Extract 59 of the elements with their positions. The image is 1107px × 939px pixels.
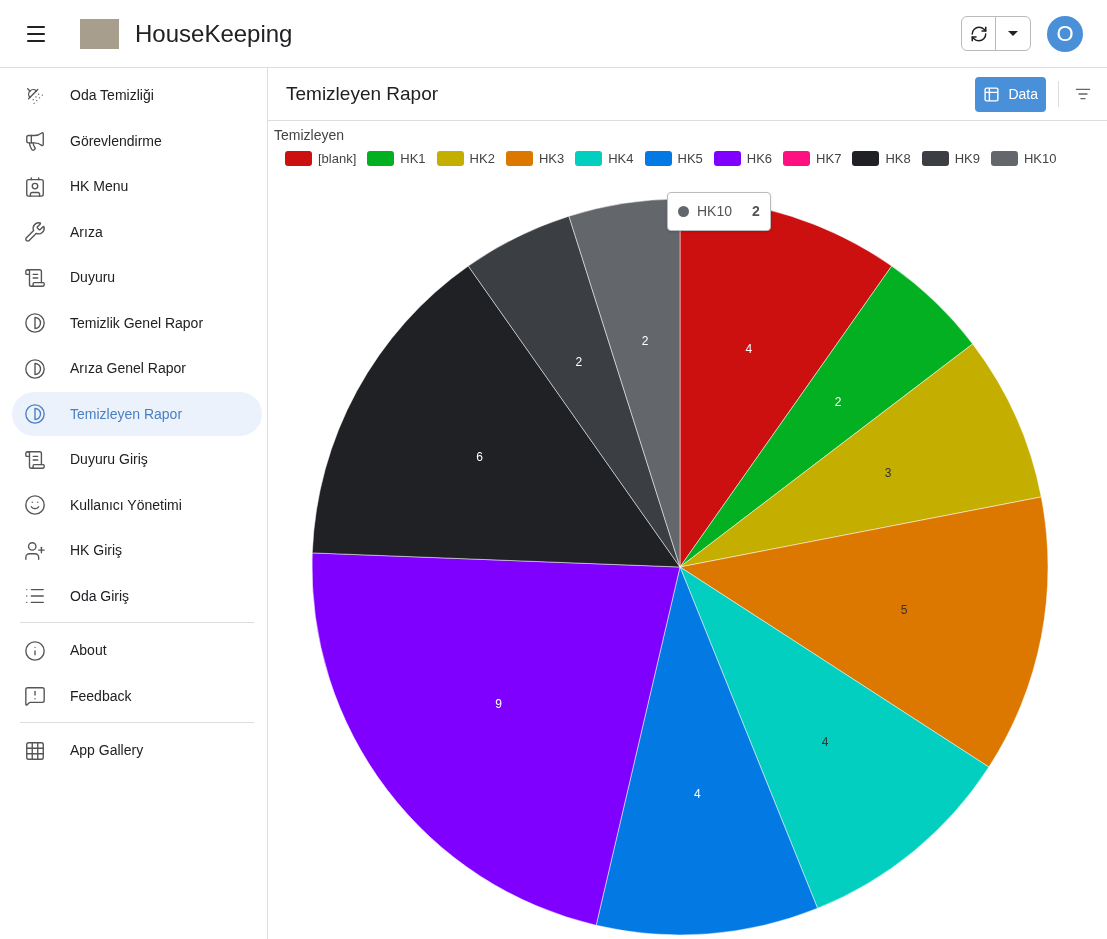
app-title: HouseKeeping bbox=[135, 18, 293, 49]
legend-item[interactable]: [blank] bbox=[285, 149, 357, 169]
info-icon bbox=[24, 639, 46, 662]
legend-item[interactable]: HK3 bbox=[505, 149, 565, 169]
slice-value-label: 2 bbox=[641, 333, 649, 348]
tooltip-value: 2 bbox=[752, 201, 760, 221]
slice-value-label: 4 bbox=[694, 786, 701, 801]
sidebar-item[interactable]: Temizleyen Rapor bbox=[12, 392, 262, 436]
half-circle-icon bbox=[24, 312, 46, 334]
megaphone-icon bbox=[24, 130, 46, 152]
legend-item[interactable]: HK1 bbox=[367, 149, 426, 169]
slice-value-label: 3 bbox=[884, 465, 892, 480]
sidebar-item[interactable]: HK Giriş bbox=[12, 528, 262, 573]
legend-item[interactable]: HK10 bbox=[991, 149, 1057, 169]
slice-value-label: 6 bbox=[476, 449, 483, 464]
sidebar-item[interactable]: Arıza Genel Rapor bbox=[12, 346, 262, 391]
sidebar-item[interactable]: Oda Giriş bbox=[12, 574, 262, 618]
refresh-icon bbox=[969, 24, 988, 43]
sidebar-item[interactable]: Kullanıcı Yönetimi bbox=[12, 483, 262, 527]
slice-value-label: 4 bbox=[821, 734, 829, 749]
sidebar-item[interactable]: Temizlik Genel Rapor bbox=[12, 301, 262, 345]
page-title: Temizleyen Rapor bbox=[286, 81, 439, 106]
user-plus-icon bbox=[24, 539, 46, 562]
sidebar-item[interactable]: App Gallery bbox=[12, 728, 254, 773]
table-icon bbox=[983, 85, 1001, 103]
sidebar-item[interactable]: Oda Temizliği bbox=[12, 73, 262, 118]
slice-value-label: 4 bbox=[745, 341, 753, 356]
sidebar-item[interactable]: Duyuru bbox=[12, 255, 262, 300]
legend-item[interactable]: HK2 bbox=[436, 149, 495, 169]
legend-title: Temizleyen bbox=[274, 126, 345, 145]
legend-item[interactable]: HK6 bbox=[713, 149, 773, 169]
sidebar-item[interactable]: HK Menu bbox=[12, 164, 262, 209]
slice-value-label: 2 bbox=[575, 354, 583, 369]
feedback-icon bbox=[24, 685, 46, 707]
half-circle-icon bbox=[24, 357, 46, 380]
slice-value-label: 9 bbox=[495, 697, 502, 711]
sidebar-item[interactable]: About bbox=[12, 628, 254, 673]
scroll-icon bbox=[24, 266, 46, 289]
legend-item[interactable]: HK4 bbox=[575, 149, 634, 169]
filter-icon bbox=[1075, 86, 1091, 102]
slice-value-label: 2 bbox=[834, 394, 842, 409]
legend-item[interactable]: HK9 bbox=[921, 149, 980, 169]
photo-placeholder bbox=[80, 18, 119, 49]
legend-item[interactable]: HK7 bbox=[783, 149, 842, 169]
sidebar-item[interactable]: Arıza bbox=[12, 210, 262, 254]
legend-item[interactable]: HK8 bbox=[852, 149, 911, 169]
slice-value-label: 5 bbox=[900, 602, 908, 617]
sidebar-item[interactable]: Duyuru Giriş bbox=[12, 437, 262, 482]
half-circle-icon bbox=[24, 403, 46, 425]
grid-icon bbox=[24, 739, 46, 762]
tooltip-label: HK10 bbox=[697, 201, 733, 221]
caret-icon bbox=[1008, 31, 1018, 36]
wrench-icon bbox=[24, 221, 46, 243]
sidebar-item[interactable]: Görevlendirme bbox=[12, 119, 262, 163]
sidebar-item[interactable]: Feedback bbox=[12, 674, 254, 718]
smile-icon bbox=[24, 494, 46, 516]
id-card-icon bbox=[24, 175, 46, 198]
legend-item[interactable]: HK5 bbox=[644, 149, 703, 169]
scroll-icon bbox=[24, 448, 46, 471]
